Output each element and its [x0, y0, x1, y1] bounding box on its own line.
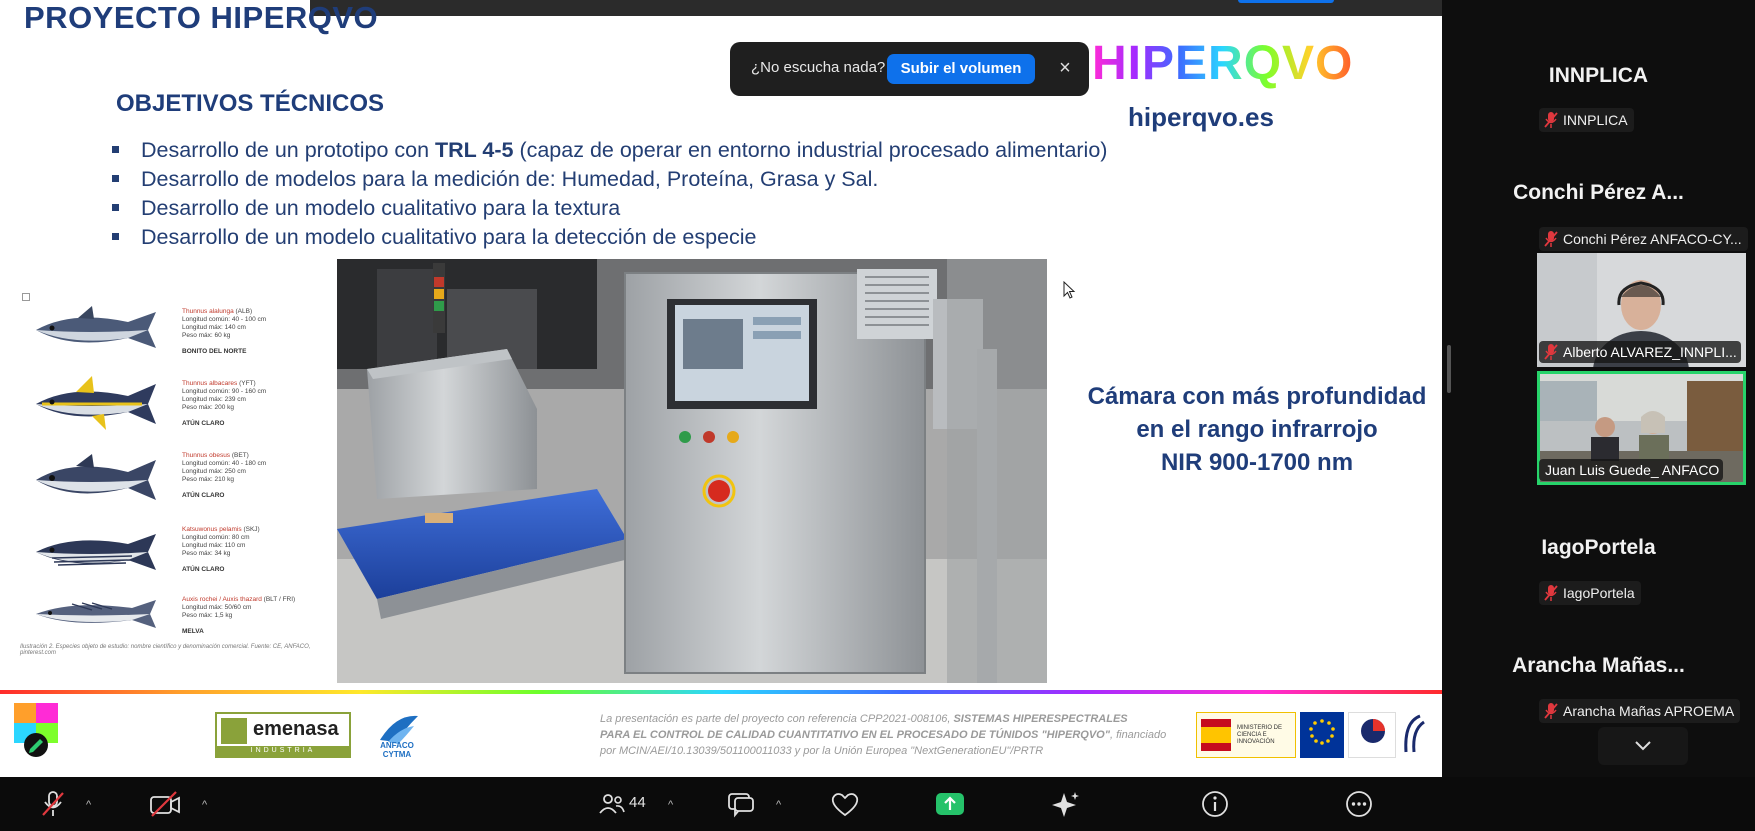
bullet-icon	[112, 203, 119, 211]
emenasa-logo: emenasa INDUSTRIA	[215, 712, 351, 758]
anfaco-label: ANFACO CYTMA	[380, 741, 414, 759]
emenasa-mark-icon	[221, 718, 247, 744]
participant-name: IagoPortela	[1541, 536, 1656, 559]
albacore-fish-icon	[36, 306, 156, 348]
participants-icon[interactable]	[597, 789, 627, 819]
list-item: Desarrollo de un modelo cualitativo para…	[112, 194, 1107, 223]
participant-tile[interactable]: INNPLICA	[1539, 108, 1634, 132]
participant-count: 44	[629, 794, 646, 811]
close-icon[interactable]: ×	[1053, 54, 1077, 82]
chevron-up-icon[interactable]: ^	[202, 799, 207, 811]
list-item: Desarrollo de un modelo cualitativo para…	[112, 223, 1107, 252]
participant-name: INNPLICA	[1548, 64, 1649, 87]
muted-mic-icon[interactable]	[38, 789, 68, 819]
scroll-down-button[interactable]	[1598, 727, 1688, 765]
hiperqvo-logo: HIPERQVO	[1092, 37, 1354, 90]
meeting-toolbar: ^ ^ 44 ^ ^	[0, 777, 1755, 831]
chevron-up-icon[interactable]: ^	[86, 799, 91, 811]
participant-tile[interactable]: IagoPortela	[1539, 581, 1641, 605]
panel-resize-handle[interactable]	[1447, 345, 1451, 393]
chevron-up-icon[interactable]: ^	[776, 799, 781, 811]
species-info: Katsuwonus pelamis (SKJ) Longitud común:…	[182, 526, 260, 573]
participant-video[interactable]: Alberto ALVAREZ_INNPLI...	[1537, 253, 1746, 367]
funding-logos: MINISTERIO DE CIENCIA E INNOVACIÓN	[1196, 712, 1428, 760]
muted-mic-icon	[1544, 112, 1558, 128]
species-info: Thunnus obesus (BET) Longitud común: 40 …	[182, 452, 267, 499]
slide-subtitle: OBJETIVOS TÉCNICOS	[116, 90, 385, 117]
list-item: Desarrollo de un prototipo con TRL 4-5 (…	[112, 136, 1107, 165]
audio-notice-text: ¿No escucha nada?	[751, 59, 886, 76]
active-speaker-video[interactable]: Juan Luis Guede_ ANFACO	[1537, 371, 1746, 485]
species-caption: Ilustración 2. Especies objeto de estudi…	[20, 644, 311, 656]
species-info: Auxis rochei / Auxis thazard (BLT / FRI)…	[182, 596, 296, 635]
species-info: Thunnus albacares (YFT) Longitud común: …	[182, 380, 267, 427]
prtr-logo	[1348, 712, 1396, 758]
chat-icon[interactable]	[726, 789, 756, 819]
prototype-photo	[337, 259, 1047, 683]
bullet-icon	[112, 145, 119, 153]
yellowfin-fish-icon	[36, 376, 156, 430]
participant-tile[interactable]: Conchi Pérez ANFACO-CY...	[1539, 227, 1748, 251]
reactions-heart-icon[interactable]	[829, 789, 861, 819]
bullet-icon	[112, 174, 119, 182]
participant-tile[interactable]: Arancha Mañas APROEMA	[1539, 699, 1741, 723]
stop-share-button[interactable]	[1238, 0, 1334, 3]
brand-url: hiperqvo.es	[1128, 102, 1274, 132]
muted-mic-icon	[1544, 703, 1558, 719]
eu-flag-icon	[1300, 712, 1344, 758]
list-item: Desarrollo de modelos para la medición d…	[112, 165, 1107, 194]
share-screen-icon[interactable]	[934, 789, 966, 819]
aei-logo-icon	[1404, 714, 1425, 753]
shared-screen: PROYECTO HIPERQVO OBJETIVOS TÉCNICOS Des…	[0, 0, 1442, 777]
more-options-icon[interactable]	[1344, 789, 1374, 819]
participant-video-label: Alberto ALVAREZ_INNPLI...	[1539, 341, 1741, 363]
species-panel: Thunnus alalunga (ALB) Longitud común: 4…	[20, 292, 320, 664]
muted-mic-icon	[1544, 344, 1558, 360]
spain-flag-icon	[1201, 719, 1231, 751]
participant-name: Conchi Pérez A...	[1513, 181, 1684, 204]
prototype-photo-image	[337, 259, 1047, 683]
audio-notice: ¿No escucha nada? Subir el volumen ×	[730, 42, 1089, 96]
chevron-down-icon	[1635, 741, 1651, 751]
increase-volume-button[interactable]: Subir el volumen	[887, 54, 1035, 84]
mouse-cursor-icon	[1063, 281, 1076, 299]
funding-note: La presentación es parte del proyecto co…	[600, 713, 1167, 757]
participant-video-label: Juan Luis Guede_ ANFACO	[1539, 459, 1724, 481]
bigeye-fish-icon	[36, 454, 156, 500]
muted-mic-icon	[1544, 231, 1558, 247]
frigate-tuna-fish-icon	[36, 600, 156, 628]
camera-note: Cámara con más profundidad en el rango i…	[1087, 383, 1427, 476]
participant-name: Arancha Mañas...	[1512, 654, 1685, 677]
muted-mic-icon	[1544, 585, 1558, 601]
rainbow-divider	[0, 690, 1442, 694]
skipjack-fish-icon	[36, 534, 156, 570]
info-icon[interactable]	[1200, 789, 1230, 819]
share-top-bar	[310, 0, 1442, 16]
bullet-icon	[112, 232, 119, 240]
video-off-icon[interactable]	[148, 789, 182, 819]
ministry-logo: MINISTERIO DE CIENCIA E INNOVACIÓN	[1196, 712, 1296, 758]
hiperqvo-cube-icon	[14, 703, 58, 757]
ai-companion-icon[interactable]	[1050, 789, 1082, 819]
species-info: Thunnus alalunga (ALB) Longitud común: 4…	[182, 308, 267, 355]
meeting-window: PROYECTO HIPERQVO OBJETIVOS TÉCNICOS Des…	[0, 0, 1755, 831]
chevron-up-icon[interactable]: ^	[668, 799, 673, 811]
objectives-list: Desarrollo de un prototipo con TRL 4-5 (…	[112, 136, 1107, 252]
slide-title: PROYECTO HIPERQVO	[24, 0, 379, 35]
